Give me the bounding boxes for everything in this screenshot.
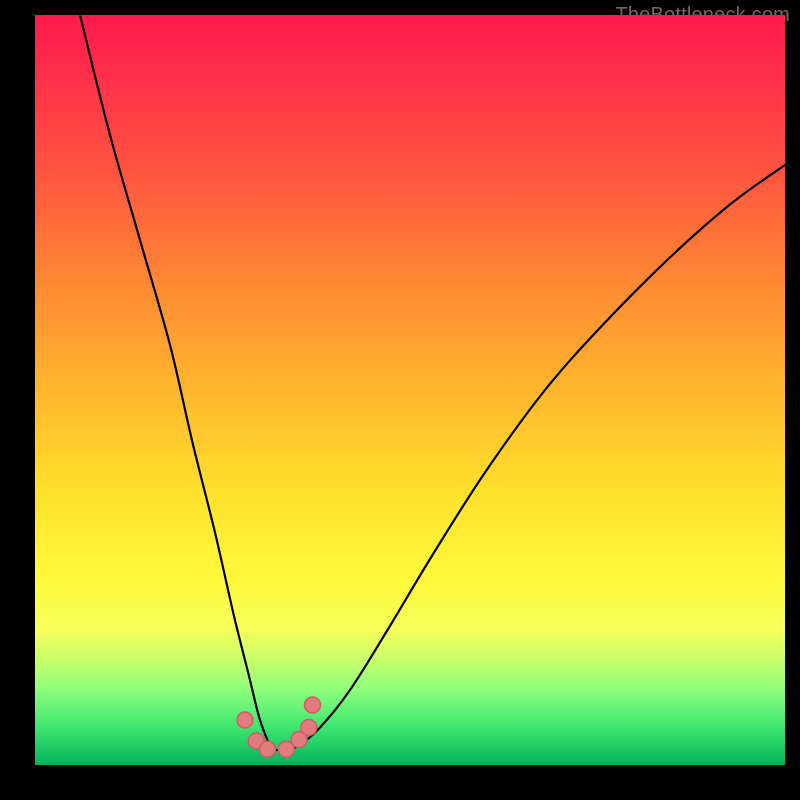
bottleneck-curve <box>80 15 785 750</box>
valley-marker <box>260 741 276 757</box>
plot-area <box>35 15 785 765</box>
valley-marker <box>237 712 253 728</box>
valley-marker <box>301 720 317 736</box>
chart-canvas <box>35 15 785 765</box>
valley-markers <box>237 697 321 757</box>
chart-stage: TheBottleneck.com <box>0 0 800 800</box>
valley-marker <box>305 697 321 713</box>
